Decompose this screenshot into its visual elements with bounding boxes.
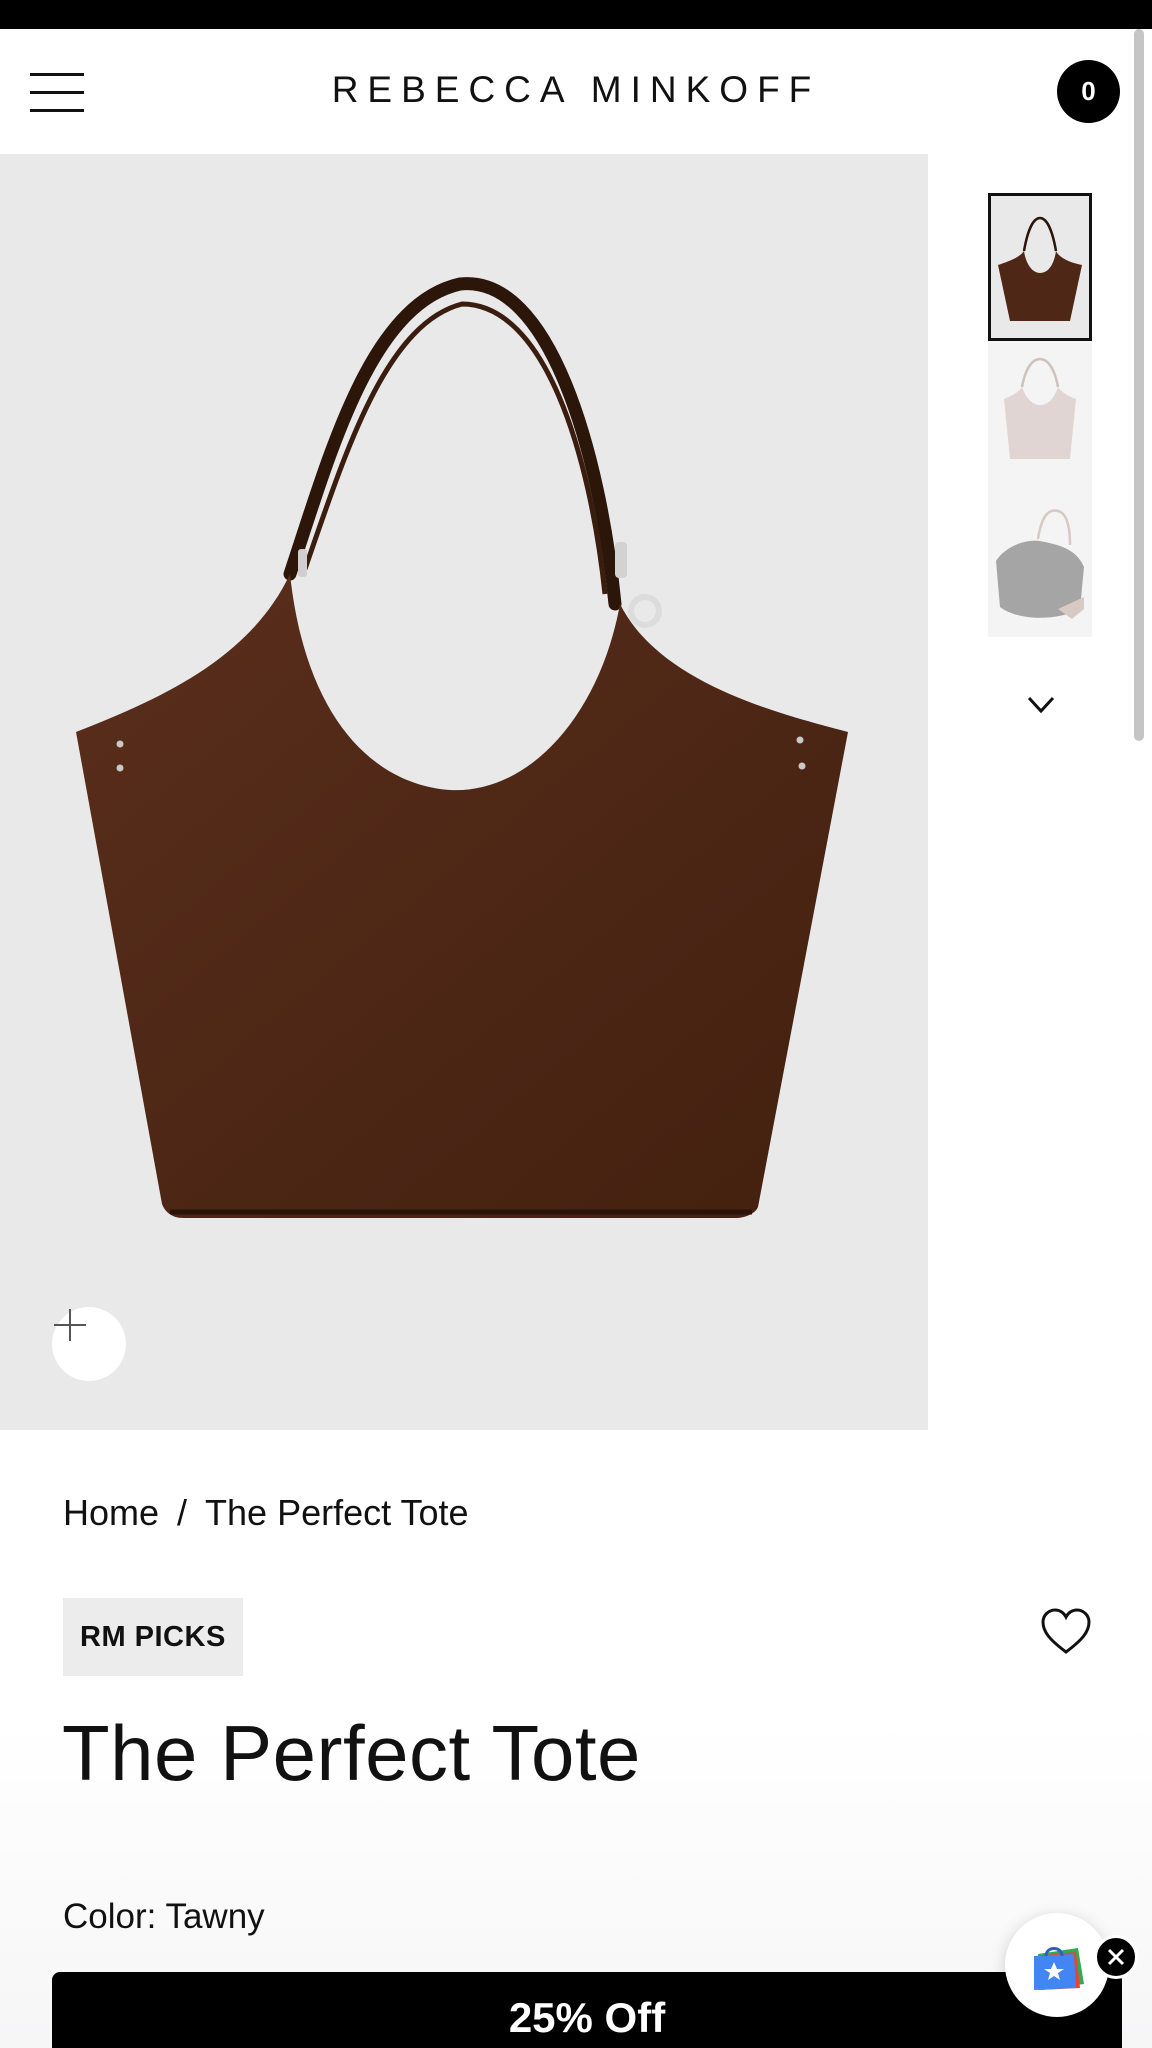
site-header: REBECCA MINKOFF 0 bbox=[0, 29, 1152, 154]
tote-thumbnail-side bbox=[996, 509, 1084, 619]
brand-logo[interactable]: REBECCA MINKOFF bbox=[0, 69, 1152, 111]
promo-button[interactable]: 25% Off bbox=[52, 1972, 1122, 2048]
shopping-bag-widget[interactable] bbox=[1005, 1913, 1109, 2017]
promo-label: 25% Off bbox=[508, 1994, 666, 2041]
thumbnail-1[interactable] bbox=[988, 193, 1092, 341]
shopping-bag-star-icon bbox=[1034, 1947, 1084, 1990]
close-icon bbox=[1107, 1948, 1125, 1966]
product-title: The Perfect Tote bbox=[62, 1709, 641, 1797]
heart-icon bbox=[1041, 1608, 1091, 1654]
selected-color: Color: Tawny bbox=[63, 1897, 265, 1936]
breadcrumb: Home / The Perfect Tote bbox=[63, 1492, 469, 1534]
cart-button[interactable]: 0 bbox=[1057, 60, 1120, 123]
zoom-button[interactable] bbox=[52, 1307, 126, 1381]
breadcrumb-separator: / bbox=[177, 1492, 188, 1533]
tote-bag-image bbox=[76, 277, 848, 1218]
breadcrumb-current: The Perfect Tote bbox=[205, 1492, 469, 1533]
thumbnail-3[interactable] bbox=[988, 489, 1092, 637]
product-image-main[interactable] bbox=[0, 154, 928, 1430]
breadcrumb-home[interactable]: Home bbox=[63, 1492, 159, 1534]
tote-thumbnail-brown bbox=[998, 216, 1082, 321]
widget-close-button[interactable] bbox=[1094, 1935, 1138, 1979]
thumbnail-next-button[interactable] bbox=[1024, 690, 1058, 720]
thumbnail-2[interactable] bbox=[988, 341, 1092, 489]
chevron-down-icon bbox=[1027, 696, 1055, 714]
product-badge: RM PICKS bbox=[63, 1598, 243, 1676]
wishlist-button[interactable] bbox=[1040, 1608, 1092, 1656]
thumbnail-list bbox=[988, 193, 1094, 637]
status-bar bbox=[0, 0, 1152, 29]
scrollbar[interactable] bbox=[1134, 29, 1144, 741]
tote-thumbnail-model bbox=[1004, 357, 1076, 459]
plus-icon bbox=[54, 1309, 86, 1341]
